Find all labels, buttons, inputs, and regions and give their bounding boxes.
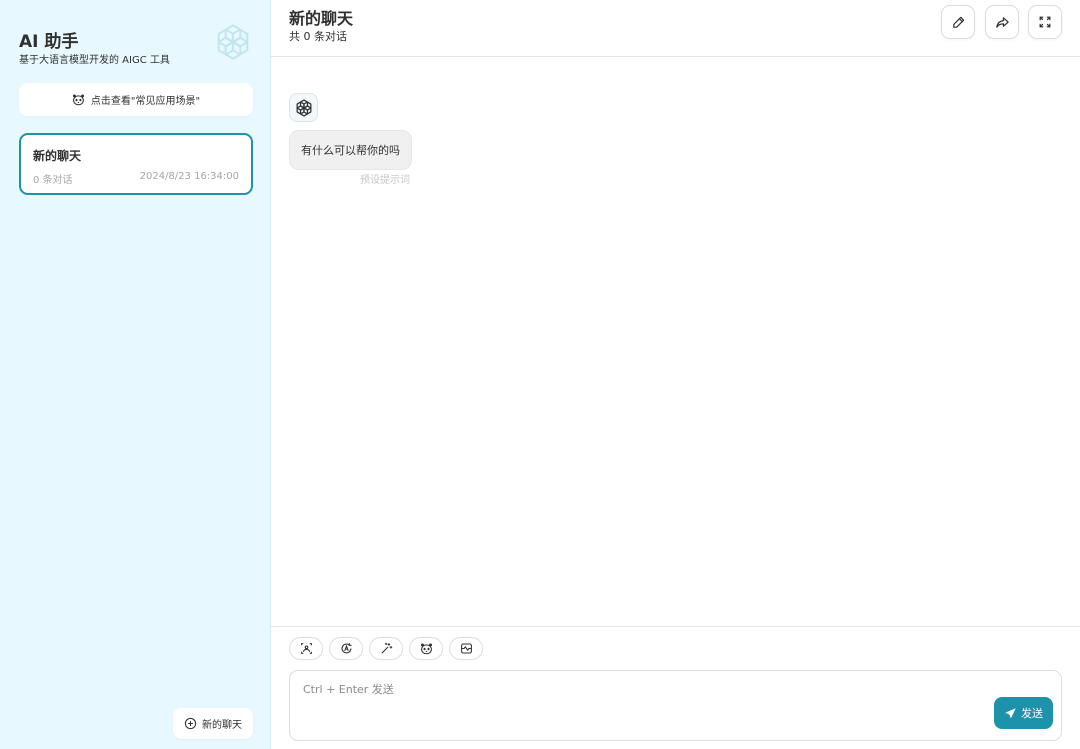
share-button[interactable] bbox=[985, 5, 1019, 39]
mask-icon bbox=[420, 642, 433, 655]
assistant-message: 有什么可以帮你的吗 bbox=[289, 130, 412, 170]
maximize-button[interactable] bbox=[1028, 5, 1062, 39]
chat-main: 新的聊天 共 0 条对话 有什么可以帮你的吗 预设提示词 Ctrl + Ente… bbox=[271, 0, 1080, 749]
model-box-icon bbox=[460, 642, 473, 655]
mask-icon bbox=[72, 93, 85, 106]
openai-logo-icon bbox=[294, 98, 314, 118]
openai-logo-icon bbox=[212, 21, 254, 63]
chat-title: 新的聊天 bbox=[289, 9, 354, 28]
app-title: AI 助手 bbox=[19, 32, 79, 52]
auto-button[interactable] bbox=[329, 637, 363, 660]
chat-item-time: 2024/8/23 16:34:00 bbox=[139, 171, 239, 182]
magic-wand-icon bbox=[380, 642, 393, 655]
chat-subtitle: 共 0 条对话 bbox=[289, 30, 347, 43]
app-subtitle: 基于大语言模型开发的 AIGC 工具 bbox=[19, 55, 170, 66]
maximize-icon bbox=[1038, 15, 1052, 29]
chat-header: 新的聊天 共 0 条对话 bbox=[271, 0, 1080, 57]
composer: 发送 bbox=[271, 626, 1080, 749]
composer-toolbar bbox=[289, 637, 483, 660]
send-button[interactable]: 发送 bbox=[994, 697, 1053, 729]
theme-button[interactable] bbox=[289, 637, 323, 660]
message-hint: 预设提示词 bbox=[360, 175, 410, 186]
chat-list-item[interactable]: 新的聊天 0 条对话 2024/8/23 16:34:00 bbox=[19, 133, 253, 195]
pencil-icon bbox=[951, 15, 966, 30]
plus-circle-icon bbox=[184, 717, 197, 730]
sidebar: AI 助手 基于大语言模型开发的 AIGC 工具 点击查看"常见应用场景" 新的… bbox=[0, 0, 271, 749]
common-scenes-label: 点击查看"常见应用场景" bbox=[90, 96, 201, 107]
common-scenes-button[interactable]: 点击查看"常见应用场景" bbox=[19, 83, 253, 116]
message-input-box bbox=[289, 670, 1062, 741]
assistant-avatar bbox=[289, 93, 318, 122]
new-chat-label: 新的聊天 bbox=[202, 720, 242, 731]
chat-item-count: 0 条对话 bbox=[33, 175, 73, 186]
image-theme-icon bbox=[300, 642, 313, 655]
prompt-button[interactable] bbox=[369, 637, 403, 660]
mask-button[interactable] bbox=[409, 637, 443, 660]
share-icon bbox=[995, 15, 1010, 30]
send-label: 发送 bbox=[1021, 707, 1043, 720]
send-icon bbox=[1004, 707, 1017, 720]
new-chat-button[interactable]: 新的聊天 bbox=[173, 708, 253, 739]
auto-mode-icon bbox=[340, 642, 353, 655]
chat-item-title: 新的聊天 bbox=[33, 149, 82, 163]
message-input[interactable] bbox=[290, 671, 1061, 740]
model-button[interactable] bbox=[449, 637, 483, 660]
edit-button[interactable] bbox=[941, 5, 975, 39]
